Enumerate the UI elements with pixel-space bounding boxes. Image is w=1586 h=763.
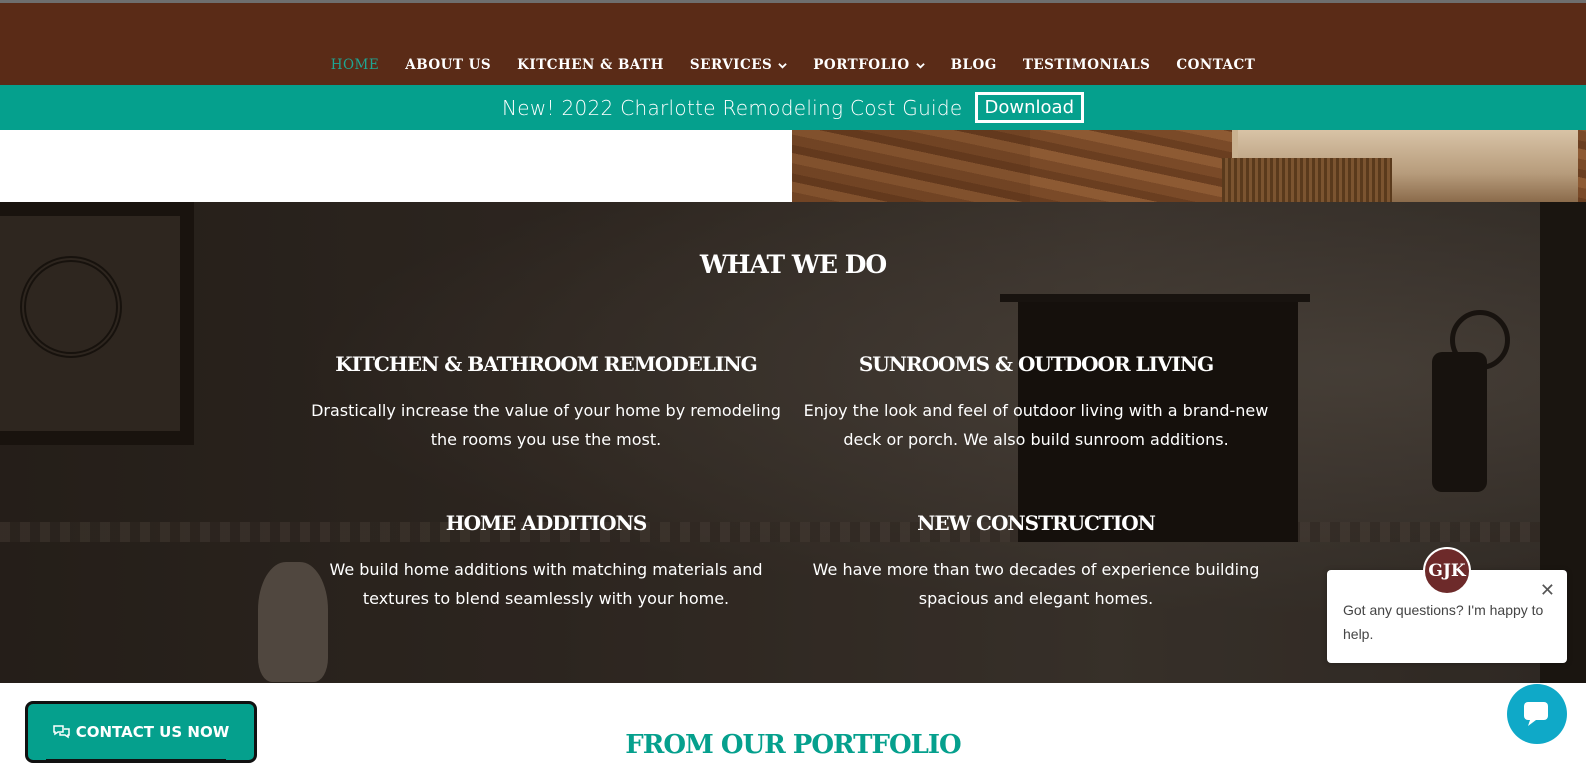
chat-launcher-button[interactable] <box>1507 684 1567 744</box>
nav-item-portfolio[interactable]: PORTFOLIO <box>813 57 925 73</box>
nav-item-kitchen-bath[interactable]: KITCHEN & BATH <box>517 57 664 73</box>
contact-us-now-label: CONTACT US NOW <box>75 723 230 741</box>
nav-item-home[interactable]: HOME <box>331 57 380 73</box>
chat-avatar: GJK <box>1423 547 1471 595</box>
chevron-down-icon <box>778 62 788 69</box>
nav-item-label: KITCHEN & BATH <box>517 57 664 73</box>
site-header: HOME ABOUT US KITCHEN & BATH SERVICES PO… <box>0 3 1586 85</box>
hero-photo-basket <box>1222 158 1392 202</box>
service-description: We build home additions with matching ma… <box>329 560 763 608</box>
nav-item-label: CONTACT <box>1176 57 1256 73</box>
service-description: Drastically increase the value of your h… <box>311 401 781 449</box>
nav-item-about-us[interactable]: ABOUT US <box>405 57 491 73</box>
chat-message: Got any questions? I'm happy to help. <box>1343 602 1544 642</box>
hero-photo <box>792 130 1586 202</box>
section-title: WHAT WE DO <box>699 250 887 279</box>
nav-item-label: BLOG <box>950 57 997 73</box>
nav-item-label: PORTFOLIO <box>813 57 910 73</box>
service-kitchen-bath: KITCHEN & BATHROOM REMODELING Drasticall… <box>301 352 791 454</box>
service-title: SUNROOMS & OUTDOOR LIVING <box>858 352 1214 376</box>
hero-text-area <box>0 130 792 202</box>
service-new-construction: NEW CONSTRUCTION We have more than two d… <box>791 511 1281 613</box>
promo-bar: New! 2022 Charlotte Remodeling Cost Guid… <box>0 85 1586 130</box>
service-title: KITCHEN & BATHROOM REMODELING <box>335 352 757 376</box>
main-nav: HOME ABOUT US KITCHEN & BATH SERVICES PO… <box>0 57 1586 73</box>
nav-item-label: SERVICES <box>689 57 773 73</box>
nav-item-services[interactable]: SERVICES <box>689 57 788 73</box>
nav-item-label: ABOUT US <box>405 57 492 73</box>
contact-us-now-button[interactable]: CONTACT US NOW <box>25 701 257 763</box>
download-button[interactable]: Download <box>974 92 1085 123</box>
button-shadow <box>46 759 226 763</box>
chevron-down-icon <box>915 62 925 69</box>
nav-item-blog[interactable]: BLOG <box>951 57 997 73</box>
service-description: Enjoy the look and feel of outdoor livin… <box>803 401 1269 449</box>
service-home-additions: HOME ADDITIONS We build home additions w… <box>301 511 791 613</box>
nav-item-testimonials[interactable]: TESTIMONIALS <box>1023 57 1151 73</box>
service-description: We have more than two decades of experie… <box>812 560 1260 608</box>
service-title: HOME ADDITIONS <box>445 511 648 535</box>
service-sunrooms: SUNROOMS & OUTDOOR LIVING Enjoy the look… <box>791 352 1281 454</box>
nav-item-label: HOME <box>330 57 380 73</box>
promo-text: New! 2022 Charlotte Remodeling Cost Guid… <box>501 95 963 120</box>
nav-item-label: TESTIMONIALS <box>1022 57 1151 73</box>
chat-bubbles-icon <box>52 725 70 739</box>
chat-icon <box>1524 702 1548 726</box>
service-title: NEW CONSTRUCTION <box>917 511 1156 535</box>
nav-item-contact[interactable]: CONTACT <box>1176 57 1255 73</box>
